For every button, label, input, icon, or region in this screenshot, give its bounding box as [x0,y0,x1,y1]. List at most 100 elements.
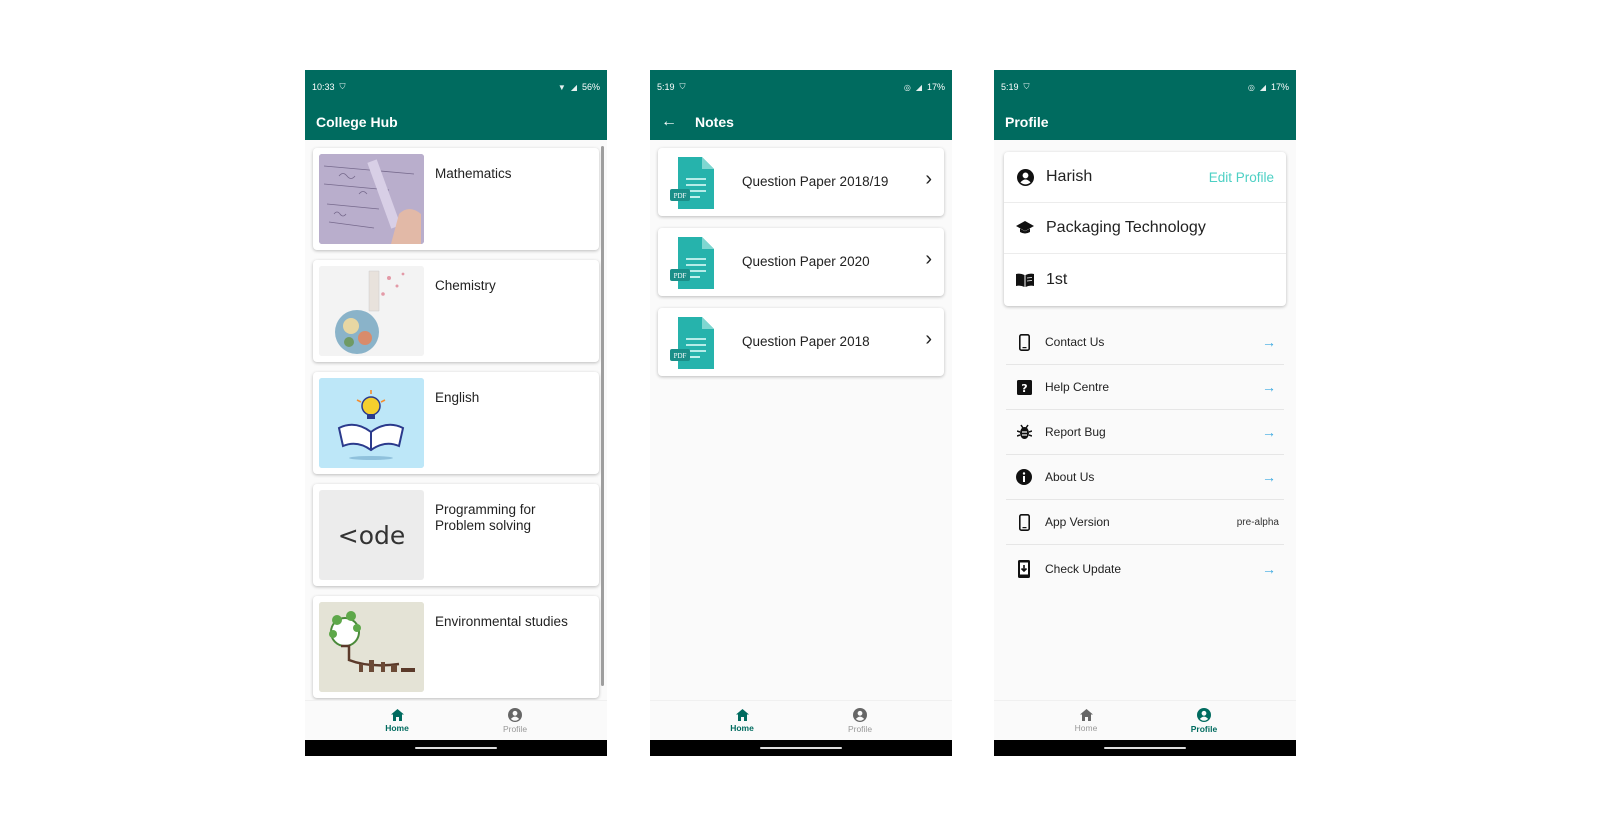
menu-contact-us[interactable]: Contact Us → [1006,320,1284,365]
nav-home[interactable]: Home [712,701,772,740]
status-bar: 5:19 ⛉ ◎ ◢ 17% [994,70,1296,104]
shield-icon: ⛉ [1023,82,1030,91]
gesture-pill[interactable] [1104,747,1186,749]
wifi-icon: ▼ [557,82,566,92]
system-update-icon [1016,559,1032,578]
nav-profile-label: Profile [1190,723,1218,734]
bottom-navigation: Home Profile [305,700,607,740]
app-version-value: pre-alpha [1236,516,1279,528]
subject-card-programming[interactable]: <ode Programming for Problem solving [313,484,599,586]
arrow-right-icon: → [1262,469,1276,485]
subject-title: Environmental studies [435,614,568,629]
profile-screen: 5:19 ⛉ ◎ ◢ 17% Profile Harish Edit Profi… [994,70,1296,756]
scrollbar[interactable] [601,146,604,686]
phone-icon [1016,513,1032,531]
account-circle-icon [1197,707,1211,722]
graduation-cap-icon [1016,219,1034,237]
help-icon: ? [1016,378,1032,396]
chevron-right-icon: › [925,248,932,270]
signal-icon: ◢ [570,82,577,92]
menu-help-centre[interactable]: ? Help Centre → [1006,365,1284,410]
arrow-right-icon: → [1262,334,1276,350]
subject-list[interactable]: Mathematics Chemistry English <ode Progr… [305,140,607,700]
menu-label: Check Update [1045,561,1122,576]
subject-card-chemistry[interactable]: Chemistry [313,260,599,362]
green-bulb-illustration-icon [319,602,424,692]
flask-photo-icon [319,266,424,356]
menu-check-update[interactable]: Check Update → [1006,545,1284,592]
account-circle-icon [1016,168,1034,186]
battery-level: 17% [926,82,945,92]
nav-home-label: Home [730,722,754,733]
profile-branch-row: Packaging Technology [1004,203,1286,254]
note-title: Question Paper 2018/19 [742,174,889,189]
page-title: Profile [1005,114,1049,130]
signal-icon: ◢ [915,82,922,92]
shield-icon: ⛉ [339,82,346,91]
book-bulb-illustration-icon [319,378,424,468]
gesture-bar [650,740,952,756]
gesture-pill[interactable] [415,747,497,749]
subject-title: Mathematics [435,166,512,181]
menu-label: Help Centre [1045,380,1110,394]
menu-label: App Version [1045,515,1110,529]
menu-label: Contact Us [1045,335,1105,349]
app-bar: Profile [994,104,1296,140]
app-bar: College Hub [305,104,607,140]
menu-label: About Us [1045,470,1095,484]
edit-profile-link[interactable]: Edit Profile [1209,170,1274,185]
user-name: Harish [1046,168,1093,185]
gesture-pill[interactable] [760,747,842,749]
subject-card-environmental[interactable]: Environmental studies [313,596,599,698]
pdf-badge-label: PDF [674,352,687,360]
bug-icon [1016,423,1032,441]
back-arrow-icon[interactable]: ← [661,113,677,131]
settings-menu: Contact Us → ? Help Centre → Report Bug … [1006,320,1284,592]
subject-card-mathematics[interactable]: Mathematics [313,148,599,250]
subject-card-english[interactable]: English [313,372,599,474]
profile-name-row: Harish Edit Profile [1004,152,1286,203]
notes-screen: 5:19 ⛉ ◎ ◢ 17% ← Notes PDF Question Pape… [650,70,952,756]
nav-home[interactable]: Home [1056,701,1116,740]
home-icon [390,708,404,721]
pdf-badge-label: PDF [674,192,687,200]
pdf-file-icon: PDF [670,157,714,209]
battery-level: 17% [1270,82,1289,92]
arrow-right-icon: → [1262,379,1276,395]
bottom-navigation: Home Profile [650,700,952,740]
note-item[interactable]: PDF Question Paper 2020 › [658,228,944,296]
code-logo-icon: <ode [319,490,424,580]
open-book-icon [1016,271,1034,289]
nav-profile[interactable]: Profile [485,701,545,740]
account-circle-icon [508,707,522,722]
page-title: College Hub [316,114,398,130]
nav-home-label: Home [1074,722,1098,733]
note-title: Question Paper 2020 [742,254,870,269]
nav-home-label: Home [385,722,409,733]
nav-home[interactable]: Home [367,701,427,740]
note-item[interactable]: PDF Question Paper 2018 › [658,308,944,376]
subject-title: Chemistry [435,278,496,293]
home-icon [735,708,749,721]
battery-level: 56% [581,82,600,92]
nav-profile-label: Profile [847,723,873,734]
nav-profile[interactable]: Profile [1174,701,1234,740]
nav-profile[interactable]: Profile [830,701,890,740]
notes-list: PDF Question Paper 2018/19 › PDF Questio… [650,140,952,700]
menu-report-bug[interactable]: Report Bug → [1006,410,1284,455]
note-item[interactable]: PDF Question Paper 2018/19 › [658,148,944,216]
menu-app-version: App Version pre-alpha [1006,500,1284,545]
status-time: 10:33 [312,82,335,92]
gesture-bar [305,740,607,756]
pdf-badge-label: PDF [674,272,687,280]
menu-label: Report Bug [1045,425,1106,439]
home-screen: 10:33 ⛉ ▼ ◢ 56% College Hub Mathematics … [305,70,607,756]
gesture-bar [994,740,1296,756]
user-branch: Packaging Technology [1046,219,1206,236]
math-photo-icon [319,154,424,244]
signal-icon: ◢ [1259,82,1266,92]
code-logo-text: <ode [337,520,406,550]
svg-text:?: ? [1021,382,1027,395]
info-icon [1016,468,1032,486]
menu-about-us[interactable]: About Us → [1006,455,1284,500]
